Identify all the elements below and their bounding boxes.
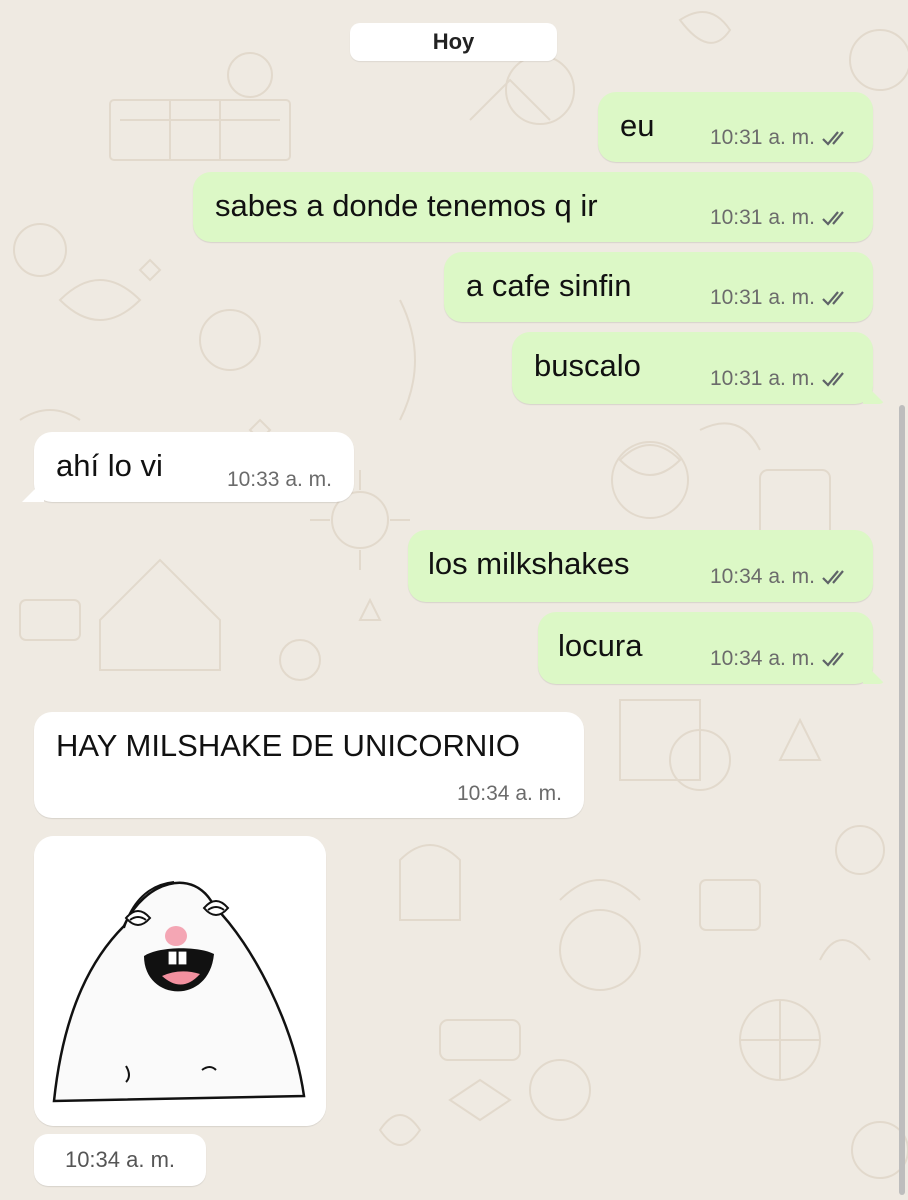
date-separator: Hoy	[350, 23, 557, 61]
laughing-hamster-sticker-icon	[34, 836, 326, 1126]
message-text: eu	[620, 108, 655, 143]
double-check-icon	[822, 291, 844, 306]
message-meta: 10:34 a. m.	[457, 782, 562, 806]
message-time: 10:31 a. m.	[709, 126, 815, 149]
message-text: buscalo	[534, 348, 641, 383]
message-text: locura	[558, 628, 643, 663]
message-meta: 10:31 a. m.	[710, 367, 853, 391]
message-bubble-outgoing[interactable]: sabes a donde tenemos q ir 10:31 a. m.	[193, 172, 873, 242]
message-time: 10:34 a. m.	[709, 565, 815, 588]
message-text: ahí lo vi	[56, 448, 163, 483]
sticker-time: 10:34 a. m.	[34, 1134, 206, 1186]
message-time: 10:34 a. m.	[456, 782, 562, 805]
double-check-icon	[822, 372, 844, 387]
message-text: HAY MILSHAKE DE UNICORNIO	[56, 728, 520, 763]
message-time: 10:31 a. m.	[709, 206, 815, 229]
message-time: 10:31 a. m.	[709, 367, 815, 390]
double-check-icon	[822, 652, 844, 667]
scrollbar[interactable]	[899, 405, 905, 1195]
sticker-image[interactable]	[34, 836, 326, 1126]
double-check-icon	[822, 131, 844, 146]
message-meta: 10:34 a. m.	[710, 647, 853, 671]
message-meta: 10:33 a. m.	[227, 468, 332, 492]
message-meta: 10:34 a. m.	[710, 565, 853, 589]
message-bubble-incoming[interactable]: HAY MILSHAKE DE UNICORNIO 10:34 a. m.	[34, 712, 584, 818]
message-time: 10:34 a. m.	[709, 647, 815, 670]
double-check-icon	[822, 570, 844, 585]
message-meta: 10:31 a. m.	[710, 206, 853, 230]
message-meta: 10:31 a. m.	[710, 286, 853, 310]
message-bubble-incoming[interactable]: ahí lo vi 10:33 a. m.	[22, 432, 354, 502]
message-time: 10:33 a. m.	[226, 468, 332, 491]
message-bubble-outgoing[interactable]: eu 10:31 a. m.	[598, 92, 873, 162]
double-check-icon	[822, 211, 844, 226]
message-meta: 10:31 a. m.	[710, 126, 853, 150]
message-text: los milkshakes	[428, 546, 630, 581]
message-bubble-outgoing[interactable]: a cafe sinfin 10:31 a. m.	[444, 252, 873, 322]
message-text: sabes a donde tenemos q ir	[215, 188, 598, 223]
message-text: a cafe sinfin	[466, 268, 632, 303]
message-bubble-outgoing[interactable]: buscalo 10:31 a. m.	[512, 332, 885, 404]
message-time: 10:31 a. m.	[709, 286, 815, 309]
message-bubble-outgoing[interactable]: locura 10:34 a. m.	[538, 612, 885, 684]
message-bubble-outgoing[interactable]: los milkshakes 10:34 a. m.	[408, 530, 873, 602]
